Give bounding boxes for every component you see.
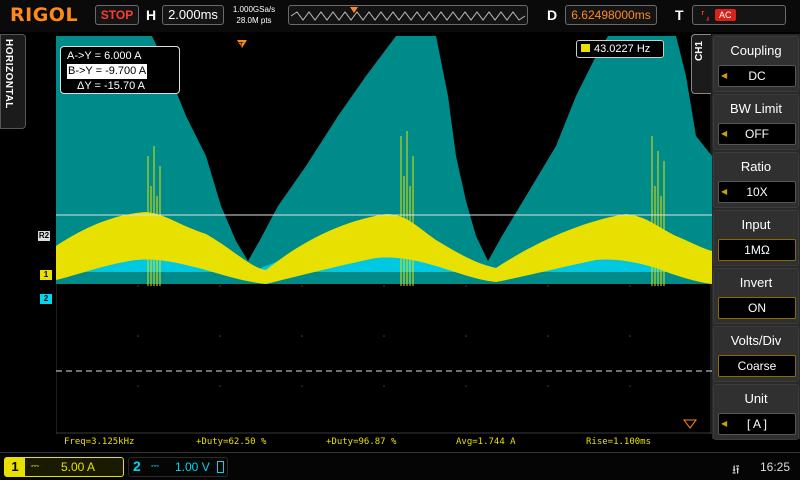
- cursor-b-value: B->Y = -9.700 A: [67, 64, 148, 79]
- menu-volts-div-title: Volts/Div: [730, 333, 782, 348]
- menu-unit-value[interactable]: [ A ]: [718, 413, 796, 435]
- ch1-number: 1: [5, 458, 25, 476]
- delay-label: D: [547, 7, 558, 23]
- menu-input[interactable]: Input 1MΩ: [713, 210, 799, 266]
- clock: 16:25: [760, 460, 791, 474]
- graticule-dots: [137, 285, 631, 387]
- channel-status-bar: 1 ⎓ 5.00 A 2 ⎓ 1.00 V ⭿ 16:25: [0, 452, 800, 480]
- cursor-delta-value: ΔY = -15.70 A: [77, 80, 145, 92]
- menu-coupling-title: Coupling: [730, 43, 782, 58]
- svg-text:T: T: [238, 41, 244, 49]
- cursor-readout: A->Y = 6.000 A B->Y = -9.700 A ΔY = -15.…: [60, 46, 180, 94]
- ch1-ground-marker[interactable]: 1: [40, 270, 52, 280]
- cursor-a-value: A->Y = 6.000 A: [67, 50, 142, 62]
- counter-channel-icon: [581, 44, 590, 52]
- measure-duty: +Duty=62.50 %: [196, 437, 267, 447]
- usb-icon: ⭿: [732, 463, 740, 477]
- timebase-value[interactable]: 2.000ms: [162, 5, 224, 25]
- trigger-rising-edge-icon: ⸢⸥: [701, 10, 710, 22]
- ref-r2-marker[interactable]: R2: [38, 231, 50, 241]
- waveform-display[interactable]: T A->Y = 6.000 A B->Y = -9.700 A ΔY = -1…: [56, 36, 712, 434]
- brand-logo: RIGOL: [10, 4, 79, 26]
- menu-ratio[interactable]: Ratio 10X: [713, 152, 799, 208]
- ch2-ground-marker[interactable]: 2: [40, 294, 52, 304]
- menu-invert-value[interactable]: ON: [718, 297, 796, 319]
- measure-rise: Rise=1.100ms: [586, 437, 652, 447]
- ch1-tab-label: CH1: [694, 41, 705, 62]
- menu-bw-limit-title: BW Limit: [730, 101, 782, 116]
- overview-wave-icon: [290, 7, 526, 21]
- menu-volts-div[interactable]: Volts/Div Coarse: [713, 326, 799, 382]
- menu-invert-title: Invert: [739, 275, 773, 290]
- ch1-status[interactable]: 1 ⎓ 5.00 A: [4, 457, 124, 477]
- measurement-bar: Freq=3.125kHz +Duty=62.50 % +Duty=96.87 …: [56, 436, 712, 450]
- menu-invert[interactable]: Invert ON: [713, 268, 799, 324]
- delay-value[interactable]: 6.62498000ms: [565, 5, 657, 25]
- memory-depth: 28.0M pts: [236, 16, 272, 25]
- channel-menu: Coupling DC BW Limit OFF Ratio 10X Input…: [712, 34, 800, 440]
- horizontal-tab[interactable]: HORIZONTAL: [0, 34, 26, 129]
- trigger-status[interactable]: ⸢⸥ AC: [692, 5, 786, 25]
- menu-unit[interactable]: Unit [ A ]: [713, 384, 799, 440]
- ch1-menu-tab[interactable]: CH1: [691, 34, 711, 94]
- trigger-level-marker-icon: [683, 419, 697, 429]
- menu-ratio-title: Ratio: [740, 159, 772, 174]
- acquisition-info: 1.000GSa/s 28.0M pts: [226, 4, 282, 26]
- dc-coupling-icon: ⎓: [31, 461, 39, 472]
- horizontal-tab-label: HORIZONTAL: [3, 39, 14, 109]
- measure-avg: Avg=1.744 A: [456, 437, 516, 447]
- waveform-canvas: T: [56, 36, 712, 434]
- ch2-number: 2: [133, 458, 141, 474]
- probe-icon: [217, 461, 224, 473]
- menu-bw-limit[interactable]: BW Limit OFF: [713, 94, 799, 150]
- menu-input-value[interactable]: 1MΩ: [718, 239, 796, 261]
- frequency-counter: 43.0227 Hz: [576, 40, 664, 58]
- frequency-value: 43.0227 Hz: [594, 43, 651, 55]
- trigger-label: T: [675, 7, 684, 23]
- menu-coupling[interactable]: Coupling DC: [713, 36, 799, 92]
- menu-unit-title: Unit: [744, 391, 768, 406]
- sample-rate: 1.000GSa/s: [232, 5, 276, 14]
- dc-coupling-icon: ⎓: [151, 461, 159, 472]
- waveform-overview-strip[interactable]: [288, 5, 528, 25]
- menu-bw-limit-value[interactable]: OFF: [718, 123, 796, 145]
- ch1-scale: 5.00 A: [61, 460, 96, 474]
- trigger-source: AC: [715, 9, 736, 21]
- menu-volts-div-value[interactable]: Coarse: [718, 355, 796, 377]
- menu-ratio-value[interactable]: 10X: [718, 181, 796, 203]
- horizontal-label: H: [146, 7, 157, 23]
- menu-input-title: Input: [741, 217, 771, 232]
- ch2-scale: 1.00 V: [175, 460, 210, 474]
- top-status-bar: RIGOL STOP H 2.000ms 1.000GSa/s 28.0M pt…: [0, 0, 800, 32]
- menu-coupling-value[interactable]: DC: [718, 65, 796, 87]
- measure-freq: Freq=3.125kHz: [64, 437, 135, 447]
- ch2-status[interactable]: 2 ⎓ 1.00 V: [128, 457, 228, 477]
- run-stop-status[interactable]: STOP: [95, 5, 139, 25]
- measure-duty-2: +Duty=96.87 %: [326, 437, 397, 447]
